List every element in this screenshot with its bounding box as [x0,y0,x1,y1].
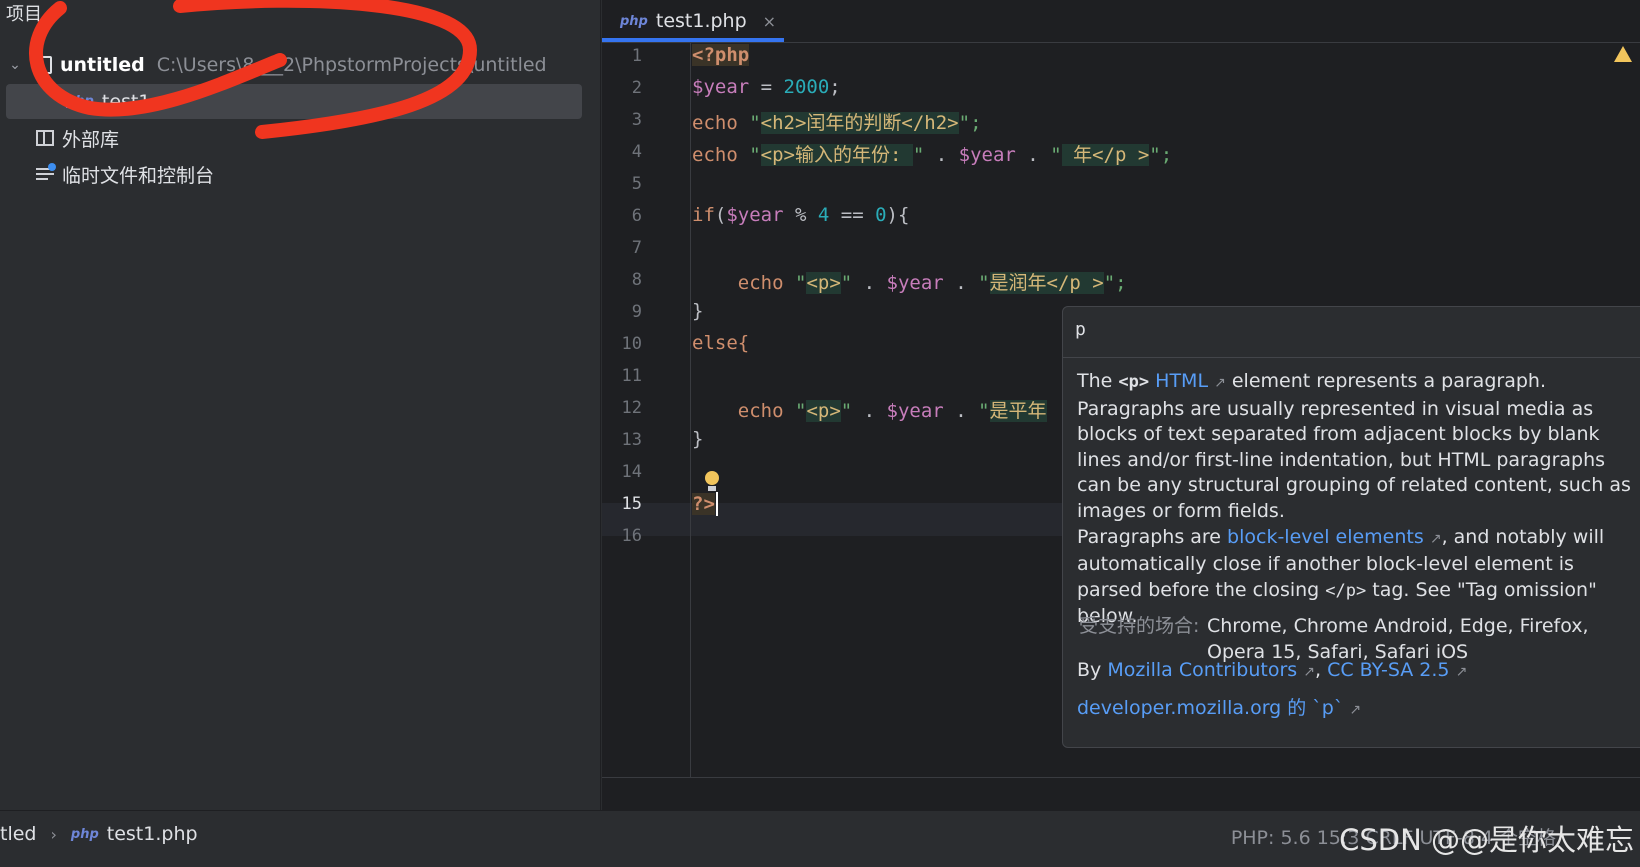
line-number: 5 [631,174,642,194]
status-bar: tled › php test1.php PHP: 5.6 15:3 CRLF … [0,810,1640,867]
folder-icon [34,56,52,74]
tab-test1-php[interactable]: php test1.php × [602,0,784,42]
documentation-popup[interactable]: p The <p> HTML ↗ element represents a pa… [1062,306,1640,748]
code-line-4[interactable]: echo "<p>输入的年份: " . $year . " 年</p >"; [692,140,1172,167]
chevron-down-icon[interactable]: ⌄ [0,57,30,73]
code-line-2[interactable]: $year = 2000; [692,76,841,98]
code-line-8[interactable]: echo "<p>" . $year . "是润年</p >"; [692,268,1127,295]
line-number: 14 [621,462,642,482]
chevron-right-icon: › [50,824,57,844]
code-line-12[interactable]: echo "<p>" . $year . "是平年 [692,396,1047,423]
doc-description: The <p> HTML ↗ element represents a para… [1077,370,1631,628]
tree-item-external-libraries[interactable]: 外部库 [36,122,119,154]
line-number: 4 [631,142,642,162]
php-file-icon: php [620,13,648,29]
close-icon[interactable]: × [763,12,776,31]
line-number: 1 [631,46,642,66]
project-panel-header[interactable]: 项目 ⌄ [6,0,58,25]
line-number: 16 [621,526,642,546]
mdn-link-row: developer.mozilla.org 的 `p` ↗ [1077,693,1361,720]
line-number: 13 [621,430,642,450]
line-number: 10 [621,334,642,354]
mdn-link[interactable]: developer.mozilla.org 的 `p` [1077,697,1343,719]
tree-item-label: 临时文件和控制台 [62,164,215,187]
line-number: 9 [631,302,642,322]
editor-tab-bar: php test1.php × [602,0,1640,43]
code-line-10[interactable]: else{ [692,332,749,354]
text-caret [715,492,718,516]
doc-popup-title: p [1075,319,1086,340]
code-line-1[interactable]: <?php [692,44,750,66]
project-root-name: untitled [60,54,145,76]
line-number: 12 [621,398,642,418]
line-number: 7 [631,238,642,258]
php-file-icon: php [66,94,94,109]
tree-item-test1-file[interactable]: php test1 [6,84,582,119]
support-value: Chrome, Chrome Android, Edge, Firefox, O… [1207,615,1589,663]
external-link-icon: ↗ [1303,664,1315,680]
browser-support: 受支持的场合: Chrome, Chrome Android, Edge, Fir… [1079,613,1639,665]
line-number: 15 [621,494,642,514]
divider [1063,357,1640,358]
code-line-9[interactable]: } [692,300,703,322]
project-root-path: C:\Users\8___2\PhpstormProjects\untitled [156,54,547,76]
block-level-elements-link[interactable]: block-level elements [1227,526,1424,548]
line-number: 6 [631,206,642,226]
tree-item-label: test1 [101,90,151,113]
external-link-icon: ↗ [1429,530,1442,547]
breadcrumb-project[interactable]: tled [0,823,36,845]
php-file-icon: php [70,826,99,842]
line-number: 11 [621,366,642,386]
code-line-13[interactable]: } [692,428,703,450]
license-link[interactable]: CC BY-SA 2.5 [1327,659,1449,681]
external-link-icon: ↗ [1214,375,1226,391]
watermark: CSDN @@是你太难忘 [1339,823,1634,857]
line-number: 3 [631,110,642,130]
external-link-icon: ↗ [1349,702,1362,718]
doc-attribution: By Mozilla Contributors ↗, CC BY-SA 2.5 … [1077,659,1468,681]
project-panel-title: 项目 [6,4,42,25]
library-icon [36,130,54,146]
code-line-15[interactable]: ?> [692,492,718,516]
code-line-6[interactable]: if($year % 4 == 0){ [692,204,909,226]
warning-icon[interactable] [1614,46,1632,62]
lightbulb-icon[interactable] [704,471,720,493]
breadcrumb-file[interactable]: test1.php [107,823,198,845]
tree-item-scratches[interactable]: 临时文件和控制台 [36,158,214,190]
line-number: 2 [631,78,642,98]
tree-item-label: 外部库 [62,128,120,151]
project-panel: 项目 ⌄ ⌄ untitled C:\Users\8___2\PhpstormPr… [0,0,601,810]
scratches-icon [36,163,56,183]
chevron-down-icon[interactable]: ⌄ [48,9,58,23]
horizontal-scrollbar[interactable] [602,777,1640,811]
support-label: 受支持的场合: [1079,615,1200,637]
breadcrumb: tled › php test1.php [0,823,198,845]
html-link[interactable]: HTML [1155,370,1208,392]
tree-item-project-root[interactable]: ⌄ untitled C:\Users\8___2\PhpstormProjec… [0,49,547,81]
external-link-icon: ↗ [1455,664,1468,680]
tab-label: test1.php [655,10,747,32]
code-line-3[interactable]: echo "<h2>闰年的判断</h2>"; [692,108,982,135]
mozilla-contributors-link[interactable]: Mozilla Contributors [1107,659,1297,681]
line-number: 8 [631,270,642,290]
